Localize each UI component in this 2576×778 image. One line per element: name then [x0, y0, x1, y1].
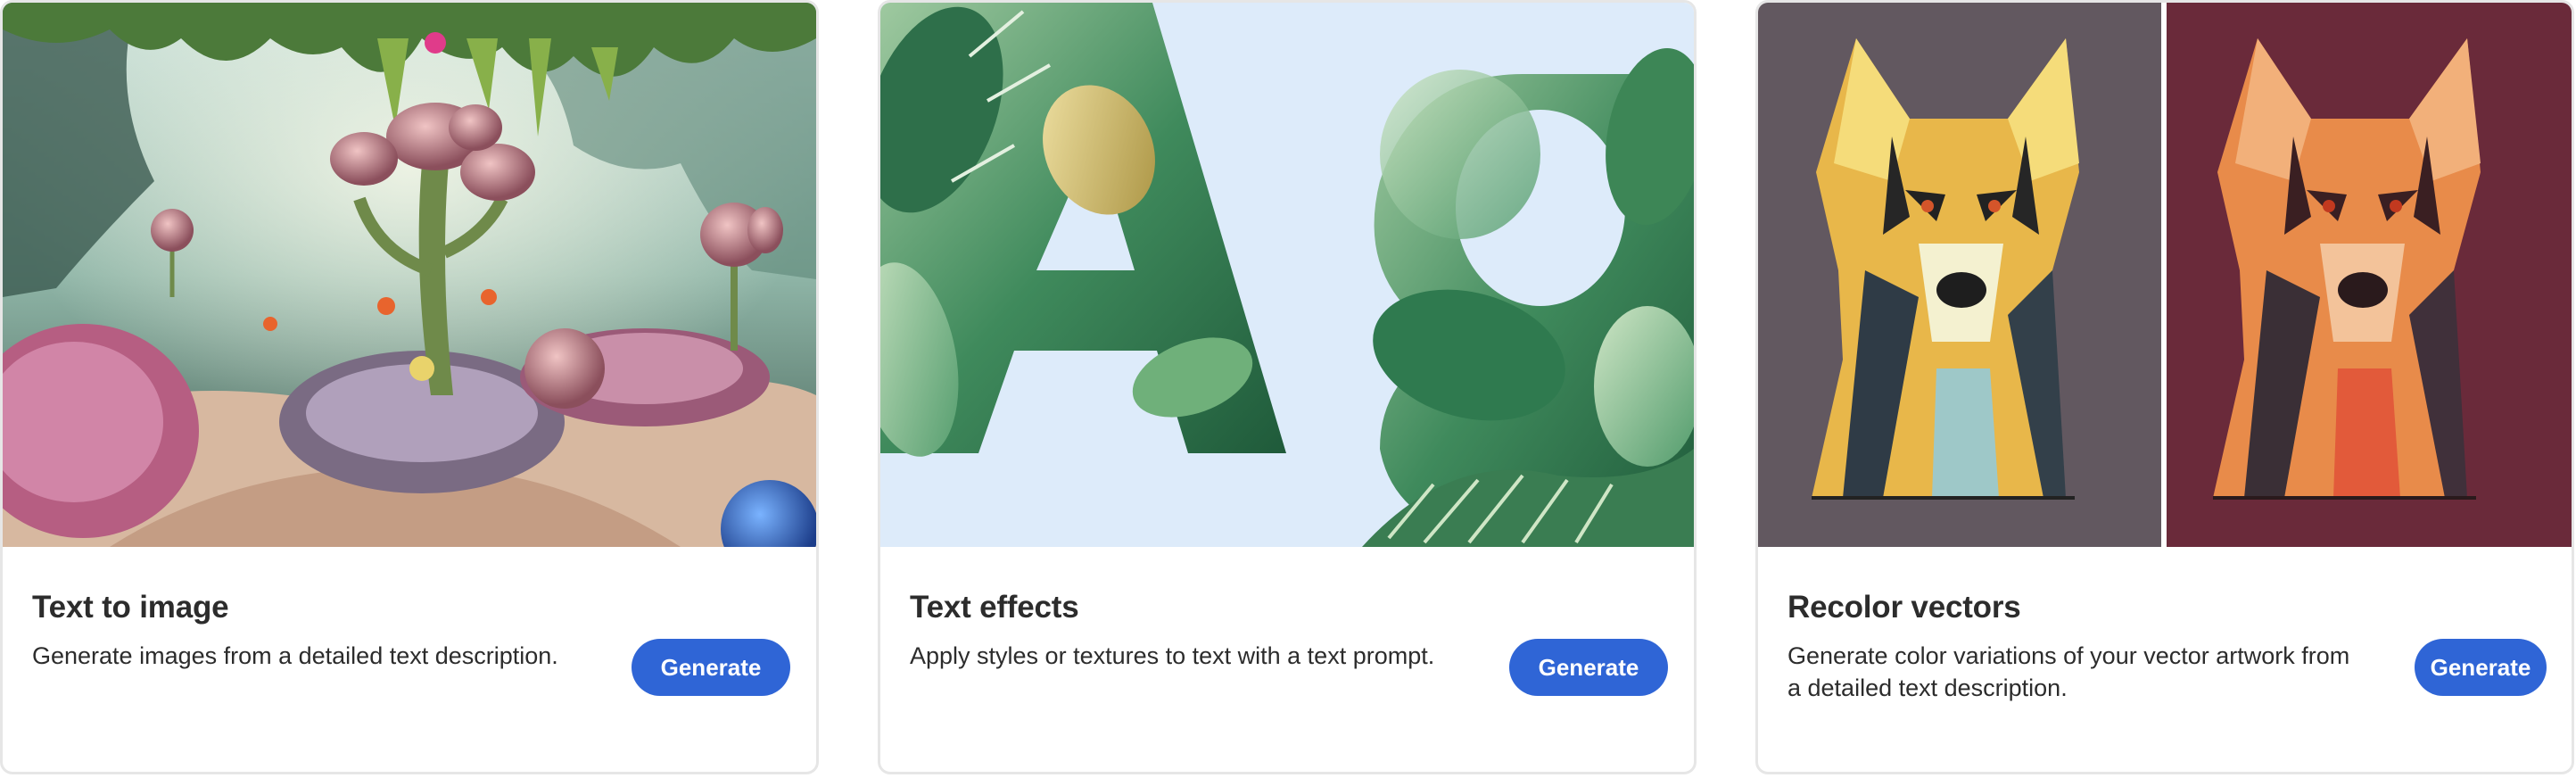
- card-description: Apply styles or textures to text with a …: [910, 642, 1435, 669]
- generate-button[interactable]: Generate: [1509, 639, 1668, 696]
- card-title: Text to image: [32, 590, 229, 625]
- card-title: Text effects: [910, 590, 1079, 625]
- generate-button[interactable]: Generate: [632, 639, 790, 696]
- generate-button[interactable]: Generate: [2415, 639, 2547, 696]
- card-description: Generate images from a detailed text des…: [32, 642, 558, 669]
- card-text-to-image[interactable]: Text to image Generate images from a det…: [0, 0, 819, 774]
- fantasy-garden-image: [3, 3, 816, 547]
- card-recolor-vectors[interactable]: Recolor vectors Generate color variation…: [1755, 0, 2574, 774]
- recolored-dog-vectors-image: [1758, 3, 2572, 547]
- card-title: Recolor vectors: [1788, 590, 2021, 625]
- card-description: Generate color variations of your vector…: [1788, 642, 2350, 701]
- leaf-letters-image: [880, 3, 1694, 547]
- card-text-effects[interactable]: Text effects Apply styles or textures to…: [878, 0, 1697, 774]
